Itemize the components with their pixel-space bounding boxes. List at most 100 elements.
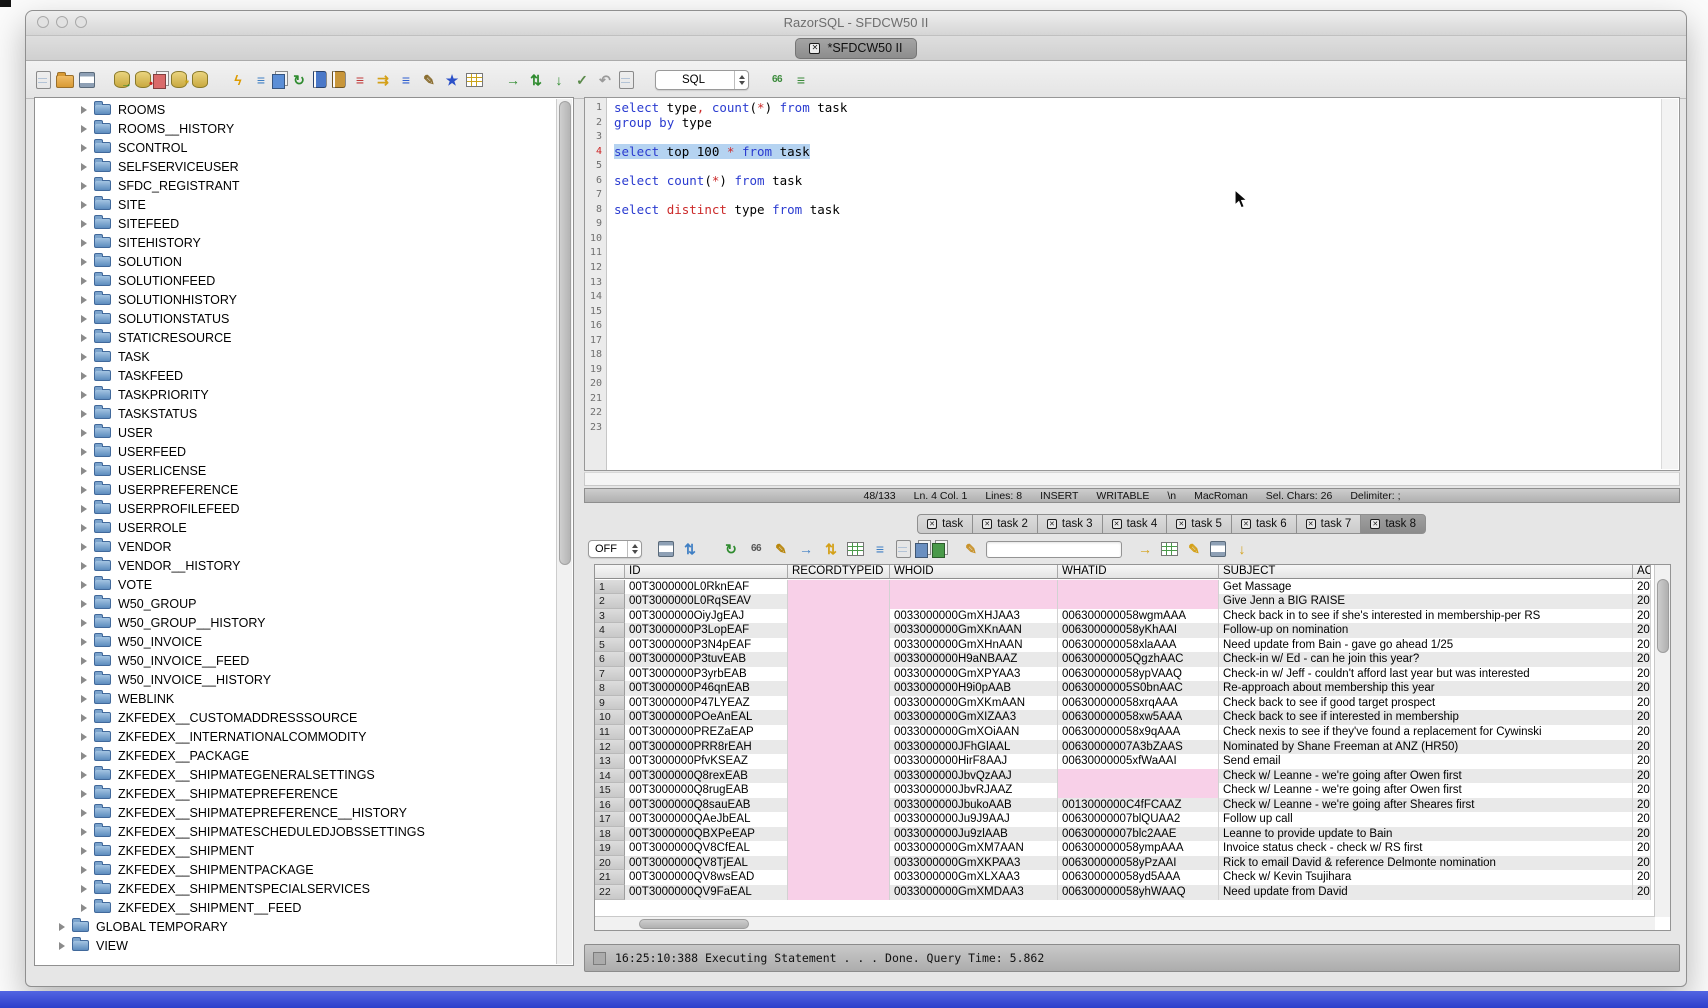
cell-recordtypeid[interactable] — [788, 769, 890, 784]
cell-whoid[interactable]: 0033000000Ju9zlAAB — [890, 827, 1058, 842]
cell-whoid[interactable]: 0033000000GmXKmAAN — [890, 696, 1058, 711]
expand-icon[interactable] — [81, 638, 87, 646]
copy-results-icon[interactable] — [915, 543, 928, 558]
go-icon[interactable]: → — [504, 71, 522, 89]
cell-subject[interactable]: Check back to see if good target prospec… — [1219, 696, 1633, 711]
column-header-recordtypeid[interactable]: RECORDTYPEID — [788, 565, 890, 579]
cell-id[interactable]: 00T3000000QV8CfEAL — [625, 841, 788, 856]
expand-icon[interactable] — [81, 448, 87, 456]
cell-id[interactable]: 00T3000000P3N4pEAF — [625, 638, 788, 653]
cell-id[interactable]: 00T3000000L0RknEAF — [625, 580, 788, 595]
cell-subject[interactable]: Nominated by Shane Freeman at ANZ (HR50) — [1219, 740, 1633, 755]
sql-mode-stepper[interactable] — [734, 71, 748, 89]
cell-subject[interactable]: Check w/ Leanne - we're going after Shea… — [1219, 798, 1633, 813]
cell-whatid[interactable] — [1058, 580, 1219, 595]
expand-icon[interactable] — [81, 809, 87, 817]
execute-sql-icon[interactable]: ϟ — [229, 71, 247, 89]
cell-recordtypeid[interactable] — [788, 638, 890, 653]
cell-subject[interactable]: Give Jenn a BIG RAISE — [1219, 594, 1633, 609]
row-number[interactable]: 20 — [595, 856, 625, 871]
editor-vscrollbar[interactable] — [1661, 99, 1678, 469]
cell-whoid[interactable]: 0033000000JbukoAAB — [890, 798, 1058, 813]
align-lines-icon[interactable]: ≡ — [397, 71, 415, 89]
expand-icon[interactable] — [81, 353, 87, 361]
tree-item-w50_invoice[interactable]: W50_INVOICE — [35, 632, 556, 651]
expand-icon[interactable] — [81, 315, 87, 323]
cell-id[interactable]: 00T3000000QV8wsEAD — [625, 870, 788, 885]
cell-id[interactable]: 00T3000000QV9FaEAL — [625, 885, 788, 900]
grid-hscrollbar[interactable] — [595, 916, 1655, 930]
cell-whatid[interactable]: 006300000058yd5AAA — [1058, 870, 1219, 885]
result-tab-task-7[interactable]: ✕task 7 — [1296, 514, 1362, 534]
cell-whoid[interactable]: 0033000000Ju9J9AAJ — [890, 812, 1058, 827]
cell-whatid[interactable]: 00630000005QgzhAAC — [1058, 652, 1219, 667]
cell-id[interactable]: 00T3000000Q8rexEAB — [625, 769, 788, 784]
table-row[interactable]: 400T3000000P3LopEAF0033000000GmXKnAAN006… — [595, 623, 1670, 638]
cell-ac[interactable]: 200 — [1633, 609, 1651, 624]
tree-item-scontrol[interactable]: SCONTROL — [35, 138, 556, 157]
tree-item-global-temporary[interactable]: GLOBAL TEMPORARY — [35, 917, 556, 936]
table-row[interactable]: 1400T3000000Q8rexEAB0033000000JbvQzAAJCh… — [595, 769, 1670, 784]
tree-item-zkfedex__internationalcommodity[interactable]: ZKFEDEX__INTERNATIONALCOMMODITY — [35, 727, 556, 746]
expand-icon[interactable] — [81, 543, 87, 551]
expand-icon[interactable] — [81, 258, 87, 266]
cell-recordtypeid[interactable] — [788, 681, 890, 696]
cell-subject[interactable]: Check w/ Leanne - we're going after Owen… — [1219, 783, 1633, 798]
expand-icon[interactable] — [81, 581, 87, 589]
expand-icon[interactable] — [81, 714, 87, 722]
cell-recordtypeid[interactable] — [788, 783, 890, 798]
cell-ac[interactable]: 200 — [1633, 681, 1651, 696]
view-glasses-icon[interactable]: 66 — [747, 540, 765, 558]
table-row[interactable]: 900T3000000P47LYEAZ0033000000GmXKmAAN006… — [595, 696, 1670, 711]
row-number[interactable]: 22 — [595, 885, 625, 900]
tree-item-solution[interactable]: SOLUTION — [35, 252, 556, 271]
cell-recordtypeid[interactable] — [788, 870, 890, 885]
cell-id[interactable]: 00T3000000QBXPeEAP — [625, 827, 788, 842]
expand-icon[interactable] — [81, 486, 87, 494]
cell-whatid[interactable]: 00630000007blQUAA2 — [1058, 812, 1219, 827]
row-number[interactable]: 4 — [595, 623, 625, 638]
tab-close-icon[interactable]: ✕ — [1370, 519, 1380, 529]
tree-item-userlicense[interactable]: USERLICENSE — [35, 461, 556, 480]
tree-item-sitefeed[interactable]: SITEFEED — [35, 214, 556, 233]
format-sql-icon[interactable]: ✎ — [420, 71, 438, 89]
tab-close-icon[interactable]: ✕ — [1176, 519, 1186, 529]
expand-icon[interactable] — [81, 790, 87, 798]
cell-ac[interactable]: 200 — [1633, 667, 1651, 682]
cell-subject[interactable]: Re-approach about membership this year — [1219, 681, 1633, 696]
table-row[interactable]: 500T3000000P3N4pEAF0033000000GmXHnAAN006… — [595, 638, 1670, 653]
tree-item-taskpriority[interactable]: TASKPRIORITY — [35, 385, 556, 404]
reload-file-icon[interactable]: ↻ — [290, 71, 308, 89]
expand-icon[interactable] — [81, 106, 87, 114]
cell-ac[interactable]: 200 — [1633, 769, 1651, 784]
cell-subject[interactable]: Send email — [1219, 754, 1633, 769]
cell-ac[interactable]: 200 — [1633, 841, 1651, 856]
cell-whatid[interactable]: 00630000005xfWaAAI — [1058, 754, 1219, 769]
cell-ac[interactable]: 200 — [1633, 827, 1651, 842]
cell-whoid[interactable]: 0033000000GmXKnAAN — [890, 623, 1058, 638]
cell-subject[interactable]: Rick to email David & reference Delmonte… — [1219, 856, 1633, 871]
cell-whoid[interactable]: 0033000000JbvQzAAJ — [890, 769, 1058, 784]
result-tab-task[interactable]: ✕task — [917, 514, 973, 534]
tree-item-zkfedex__package[interactable]: ZKFEDEX__PACKAGE — [35, 746, 556, 765]
edit-cell-icon[interactable]: ✎ — [772, 540, 790, 558]
expand-icon[interactable] — [81, 220, 87, 228]
tab-close-icon[interactable]: ✕ — [982, 519, 992, 529]
cell-recordtypeid[interactable] — [788, 667, 890, 682]
cell-ac[interactable]: 200 — [1633, 725, 1651, 740]
cell-whoid[interactable]: 0033000000HirF8AAJ — [890, 754, 1058, 769]
new-file-icon[interactable] — [36, 71, 51, 89]
tree-item-taskfeed[interactable]: TASKFEED — [35, 366, 556, 385]
duplicate-row-icon[interactable]: ⇅ — [822, 540, 840, 558]
cell-ac[interactable]: 200 — [1633, 812, 1651, 827]
cell-ac[interactable]: 200 — [1633, 870, 1651, 885]
limit-stepper[interactable] — [627, 541, 641, 557]
cell-subject[interactable]: Check back to see if interested in membe… — [1219, 710, 1633, 725]
cell-subject[interactable]: Invoice status check - check w/ RS first — [1219, 841, 1633, 856]
tree-item-w50_invoice__history[interactable]: W50_INVOICE__HISTORY — [35, 670, 556, 689]
tree-item-zkfedex__shipmentpackage[interactable]: ZKFEDEX__SHIPMENTPACKAGE — [35, 860, 556, 879]
tab-close-icon[interactable]: ✕ — [1306, 519, 1316, 529]
cell-whatid[interactable]: 006300000058yPzAAI — [1058, 856, 1219, 871]
add-grid-icon[interactable] — [1161, 542, 1178, 556]
cell-whatid[interactable]: 00630000007A3bZAAS — [1058, 740, 1219, 755]
